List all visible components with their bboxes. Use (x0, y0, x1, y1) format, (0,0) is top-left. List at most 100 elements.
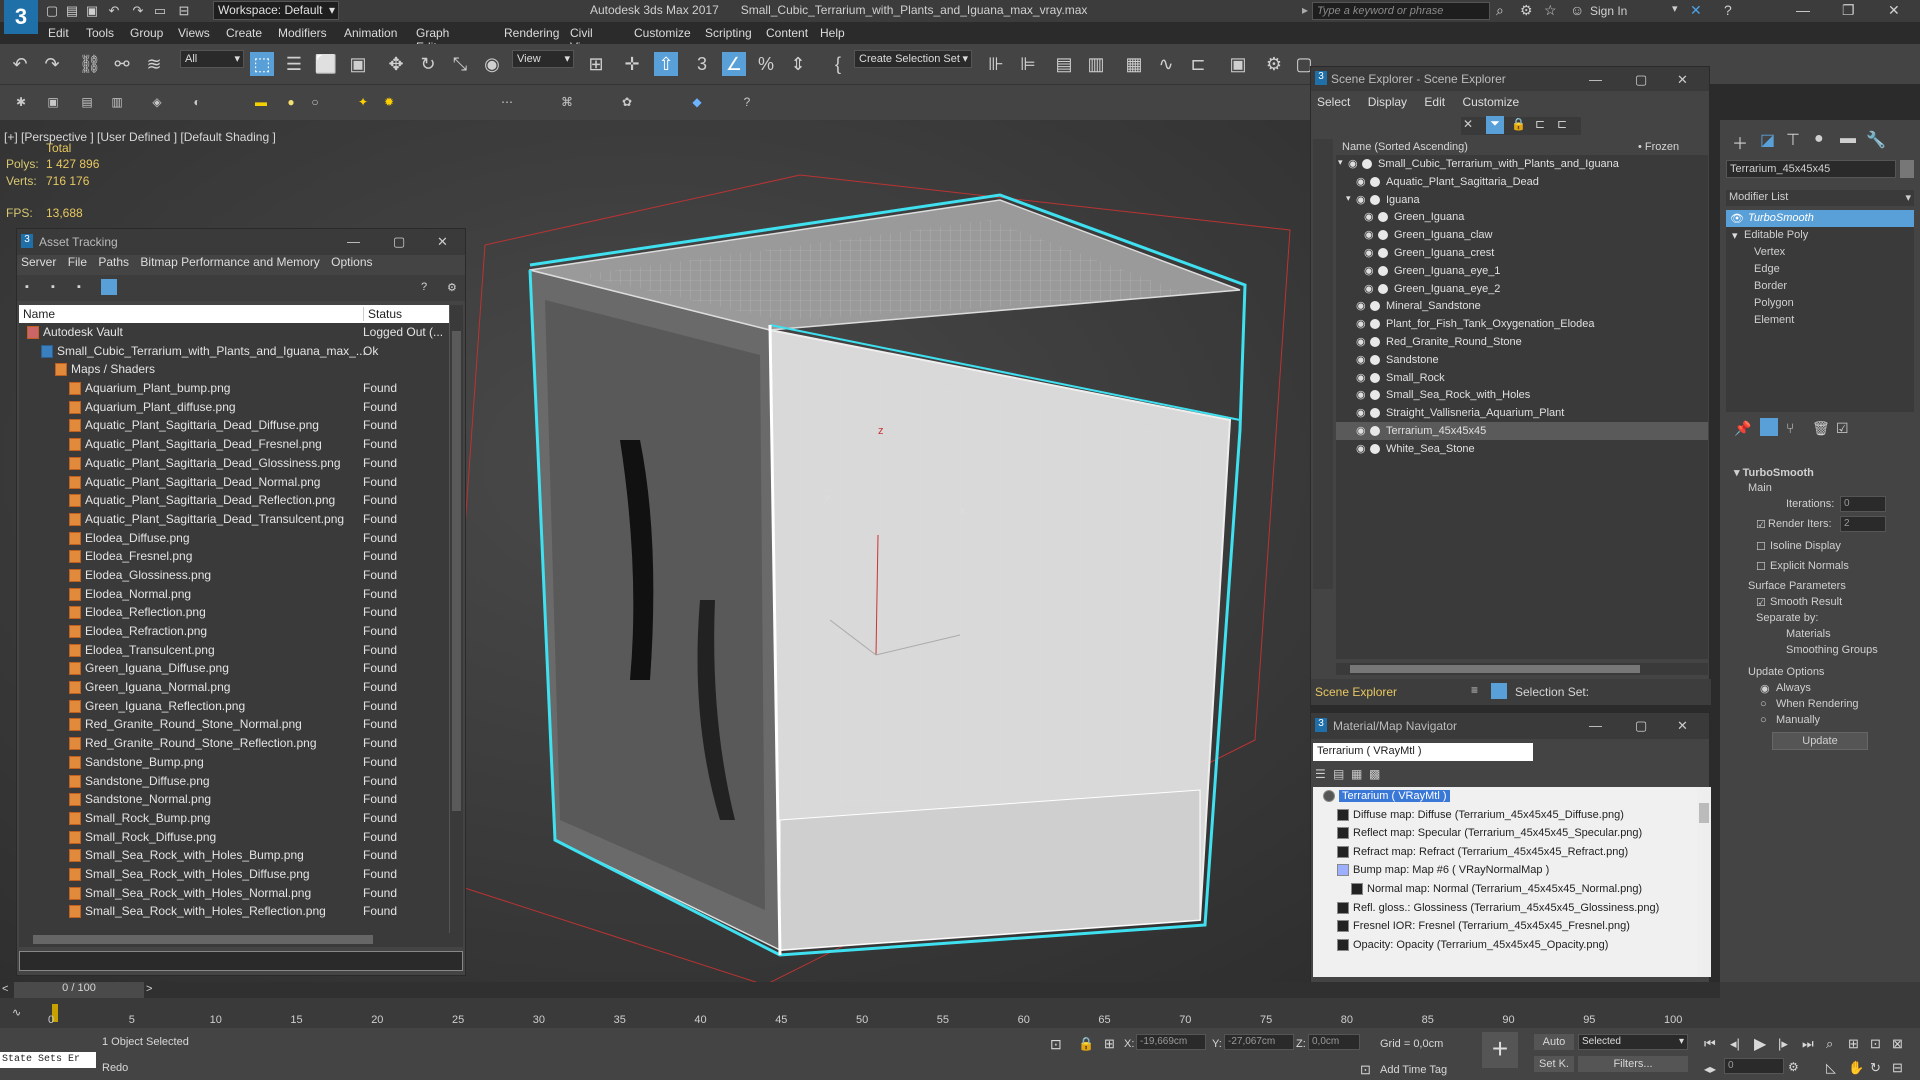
help-icon[interactable]: ? (421, 281, 427, 293)
subobject-border[interactable]: Border (1754, 280, 1787, 292)
asset-row[interactable]: Sandstone_Diffuse.png Found (19, 772, 463, 791)
scene-row[interactable]: ◉ Terrarium_45x45x45 (1336, 421, 1708, 440)
sign-in-link[interactable]: Sign In (1590, 4, 1627, 18)
asset-row[interactable]: Green_Iguana_Diffuse.png Found (19, 659, 463, 678)
object-name-field[interactable]: Terrarium_45x45x45 (1726, 160, 1896, 178)
redo-icon[interactable]: ↷ (40, 52, 64, 76)
toolbar-icon[interactable]: ✿ (620, 95, 634, 109)
sphere-icon[interactable]: ● (284, 95, 298, 109)
scrollbar-thumb[interactable] (33, 935, 373, 944)
play-icon[interactable]: ▶ (1754, 1034, 1766, 1054)
asset-row[interactable]: Small_Cubic_Terrarium_with_Plants_and_Ig… (19, 342, 463, 361)
menu-animation[interactable]: Animation (344, 26, 397, 40)
curve-editor-icon[interactable]: ∿ (1154, 52, 1178, 76)
render-toggle-icon[interactable] (1370, 176, 1380, 187)
scene-row[interactable]: ◉ Small_Rock (1336, 369, 1708, 387)
select-and-link-icon[interactable]: ⛓ (78, 52, 102, 76)
menu-scripting[interactable]: Scripting (705, 26, 752, 40)
column-name-header[interactable]: Name (Sorted Ascending) (1342, 141, 1468, 153)
subobject-element[interactable]: Element (1754, 314, 1794, 326)
scene-row[interactable]: ◉ Aquatic_Plant_Sagittaria_Dead (1336, 173, 1708, 191)
explicit-normals-checkbox[interactable]: ☐ (1756, 560, 1766, 573)
search-icon[interactable]: ⌕ (1496, 2, 1504, 19)
motion-tab-icon[interactable]: ● (1814, 130, 1824, 148)
asset-row[interactable]: Green_Iguana_Reflection.png Found (19, 697, 463, 716)
turbosmooth-rollout[interactable]: ▾ TurboSmooth (1734, 466, 1814, 479)
asset-row[interactable]: Elodea_Reflection.png Found (19, 603, 463, 622)
visibility-eye-icon[interactable]: ◉ (1364, 282, 1374, 295)
render-toggle-icon[interactable] (1370, 319, 1380, 330)
toolbar-icon[interactable]: ◐ (190, 95, 204, 109)
orbit-icon[interactable]: ↻ (1870, 1060, 1881, 1076)
chevron-down-icon[interactable]: ▾ (1672, 2, 1678, 15)
unlink-icon[interactable]: ⚯ (110, 52, 134, 76)
scene-menu-customize[interactable]: Customize (1462, 95, 1519, 109)
menu-modifiers[interactable]: Modifiers (278, 26, 327, 40)
make-unique-icon[interactable]: ⑂ (1786, 420, 1794, 436)
visibility-eye-icon[interactable]: ◉ (1364, 228, 1374, 241)
column-name-header[interactable]: Name (23, 307, 55, 321)
utilities-tab-icon[interactable]: 🔧 (1866, 130, 1886, 150)
selection-set-dropdown[interactable]: Selected ▾ (1578, 1034, 1688, 1050)
lock-selection-icon[interactable]: 🔒 (1078, 1036, 1094, 1052)
asset-row[interactable]: Small_Rock_Diffuse.png Found (19, 828, 463, 847)
x-coordinate[interactable]: -19,669cm (1136, 1034, 1206, 1050)
modify-tab-icon[interactable]: ◪ (1760, 130, 1775, 150)
light-icon[interactable]: ✦ (356, 95, 370, 109)
asset-row[interactable]: Aquarium_Plant_diffuse.png Found (19, 398, 463, 417)
iterations-spinner[interactable]: 0 (1840, 496, 1886, 512)
keyboard-shortcut-override-icon[interactable]: ⇧ (654, 52, 678, 76)
z-coordinate[interactable]: 0,0cm (1308, 1034, 1360, 1050)
material-row[interactable]: Fresnel IOR: Fresnel (Terrarium_45x45x45… (1313, 917, 1697, 936)
scene-explorer-titlebar[interactable]: 3 Scene Explorer - Scene Explorer — ▢ ✕ (1311, 67, 1709, 91)
modifier-turbosmooth[interactable]: TurboSmooth (1748, 212, 1814, 224)
render-toggle-icon[interactable] (1378, 283, 1388, 294)
checkin-icon[interactable]: ▪ (77, 281, 81, 293)
asset-horizontal-scrollbar[interactable] (19, 933, 463, 947)
asset-row[interactable]: Sandstone_Normal.png Found (19, 790, 463, 809)
project-folder-icon[interactable]: ▭ (152, 3, 168, 19)
menu-content[interactable]: Content (766, 26, 808, 40)
scene-row[interactable]: ◉ Green_Iguana_eye_2 (1336, 280, 1708, 298)
add-time-tag[interactable]: Add Time Tag (1380, 1064, 1447, 1076)
material-row[interactable]: Reflect map: Specular (Terrarium_45x45x4… (1313, 824, 1697, 843)
toggle-layer-explorer-icon[interactable]: ▥ (1084, 52, 1108, 76)
next-frame-icon[interactable]: > (146, 983, 152, 995)
selection-set-icon[interactable] (1491, 683, 1507, 699)
render-toggle-icon[interactable] (1370, 301, 1380, 312)
scene-row[interactable]: ◉ Green_Iguana_crest (1336, 244, 1708, 262)
toggle-ribbon-icon[interactable]: ▦ (1122, 52, 1146, 76)
smoothing-groups-label[interactable]: Smoothing Groups (1786, 644, 1878, 656)
schematic-view-icon[interactable]: ⊏ (1186, 52, 1210, 76)
close-icon[interactable]: ✕ (1677, 72, 1688, 88)
asset-row[interactable]: Sandstone_Bump.png Found (19, 753, 463, 772)
toolbar-icon[interactable]: ? (740, 95, 754, 109)
menu-rendering[interactable]: Rendering (504, 26, 559, 40)
list-icons-view-icon[interactable]: ▤ (1333, 767, 1344, 781)
render-toggle-icon[interactable] (1370, 336, 1380, 347)
display-tab-icon[interactable]: ▬ (1840, 130, 1856, 148)
asset-row[interactable]: Maps / Shaders (19, 360, 463, 379)
select-by-name-icon[interactable]: ☰ (282, 52, 306, 76)
asset-row[interactable]: Elodea_Normal.png Found (19, 585, 463, 604)
asset-row[interactable]: Green_Iguana_Normal.png Found (19, 678, 463, 697)
render-toggle-icon[interactable] (1370, 354, 1380, 365)
time-tag-icon[interactable]: ⊡ (1360, 1062, 1371, 1078)
small-icons-view-icon[interactable]: ▦ (1351, 767, 1362, 781)
pivot-center-icon[interactable]: ⊞ (584, 52, 608, 76)
materials-label[interactable]: Materials (1786, 628, 1831, 640)
scene-row[interactable]: ◉ Straight_Vallisneria_Aquarium_Plant (1336, 404, 1708, 422)
viewport-label[interactable]: [+] [Perspective ] [User Defined ] [Defa… (4, 130, 276, 144)
help-icon[interactable]: ? (1724, 2, 1732, 18)
asset-row[interactable]: Elodea_Fresnel.png Found (19, 547, 463, 566)
angle-snap-icon[interactable]: ∠ (722, 52, 746, 76)
asset-row[interactable]: Aquatic_Plant_Sagittaria_Dead_Glossiness… (19, 454, 463, 473)
render-toggle-icon[interactable] (1378, 230, 1388, 241)
visibility-eye-icon[interactable]: ◉ (1356, 335, 1366, 348)
asset-menu-paths[interactable]: Paths (98, 255, 129, 269)
toolbar-icon[interactable]: ▥ (110, 95, 124, 109)
toggle-scene-explorer-icon[interactable]: ▤ (1052, 52, 1076, 76)
expand-icon[interactable]: ▾ (1346, 193, 1351, 204)
selection-filter-dropdown[interactable]: All ▾ (180, 50, 244, 68)
asset-row[interactable]: Elodea_Transulcent.png Found (19, 641, 463, 660)
